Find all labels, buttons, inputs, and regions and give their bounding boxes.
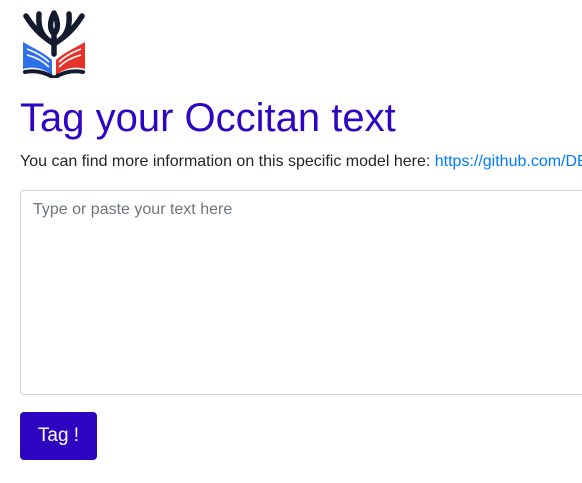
- logo-tree-branches: [23, 10, 85, 57]
- tree-book-logo-icon: [23, 10, 85, 78]
- logo-book-spine: [23, 69, 85, 78]
- model-info-label: You can find more information on this sp…: [20, 153, 435, 170]
- page-title: Tag your Occitan text: [20, 96, 396, 140]
- tag-button[interactable]: Tag !: [20, 412, 97, 460]
- model-info-text: You can find more information on this sp…: [20, 153, 582, 171]
- model-info-link[interactable]: https://github.com/DE: [435, 153, 582, 170]
- page: Tag your Occitan text You can find more …: [0, 0, 582, 483]
- text-input-area[interactable]: [20, 190, 582, 395]
